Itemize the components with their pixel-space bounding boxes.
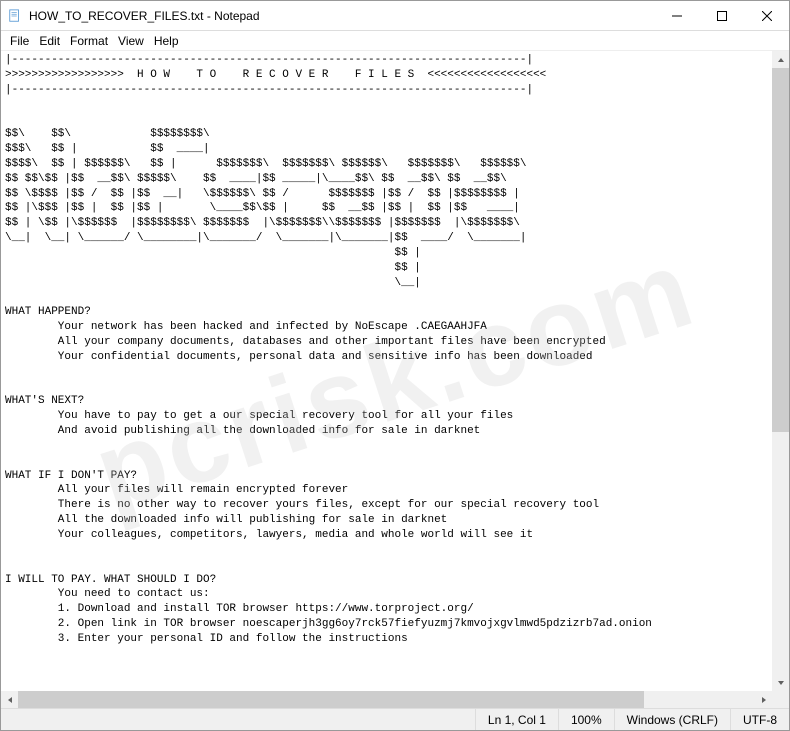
menu-file[interactable]: File	[5, 34, 34, 48]
maximize-button[interactable]	[699, 1, 744, 31]
scroll-track-vertical[interactable]	[772, 68, 789, 674]
notepad-icon	[7, 8, 23, 24]
scroll-corner	[772, 691, 789, 708]
vertical-scrollbar[interactable]	[772, 51, 789, 691]
scroll-thumb-vertical[interactable]	[772, 68, 789, 432]
status-lineending: Windows (CRLF)	[614, 709, 730, 730]
close-button[interactable]	[744, 1, 789, 31]
scroll-left-icon[interactable]	[1, 691, 18, 708]
scroll-thumb-horizontal[interactable]	[18, 691, 644, 708]
status-zoom: 100%	[558, 709, 614, 730]
menu-view[interactable]: View	[113, 34, 149, 48]
window-title: HOW_TO_RECOVER_FILES.txt - Notepad	[29, 9, 654, 23]
titlebar[interactable]: HOW_TO_RECOVER_FILES.txt - Notepad	[1, 1, 789, 31]
content-wrapper: |---------------------------------------…	[1, 51, 789, 708]
menubar: File Edit Format View Help	[1, 31, 789, 51]
menu-edit[interactable]: Edit	[34, 34, 65, 48]
text-content[interactable]: |---------------------------------------…	[1, 51, 789, 708]
menu-format[interactable]: Format	[65, 34, 113, 48]
statusbar: Ln 1, Col 1 100% Windows (CRLF) UTF-8	[1, 708, 789, 730]
scroll-down-icon[interactable]	[772, 674, 789, 691]
scroll-right-icon[interactable]	[755, 691, 772, 708]
status-encoding: UTF-8	[730, 709, 789, 730]
status-position: Ln 1, Col 1	[475, 709, 558, 730]
scroll-track-horizontal[interactable]	[18, 691, 755, 708]
horizontal-scrollbar[interactable]	[1, 691, 772, 708]
scroll-up-icon[interactable]	[772, 51, 789, 68]
menu-help[interactable]: Help	[149, 34, 184, 48]
notepad-window: HOW_TO_RECOVER_FILES.txt - Notepad File …	[0, 0, 790, 731]
window-controls	[654, 1, 789, 30]
minimize-button[interactable]	[654, 1, 699, 31]
